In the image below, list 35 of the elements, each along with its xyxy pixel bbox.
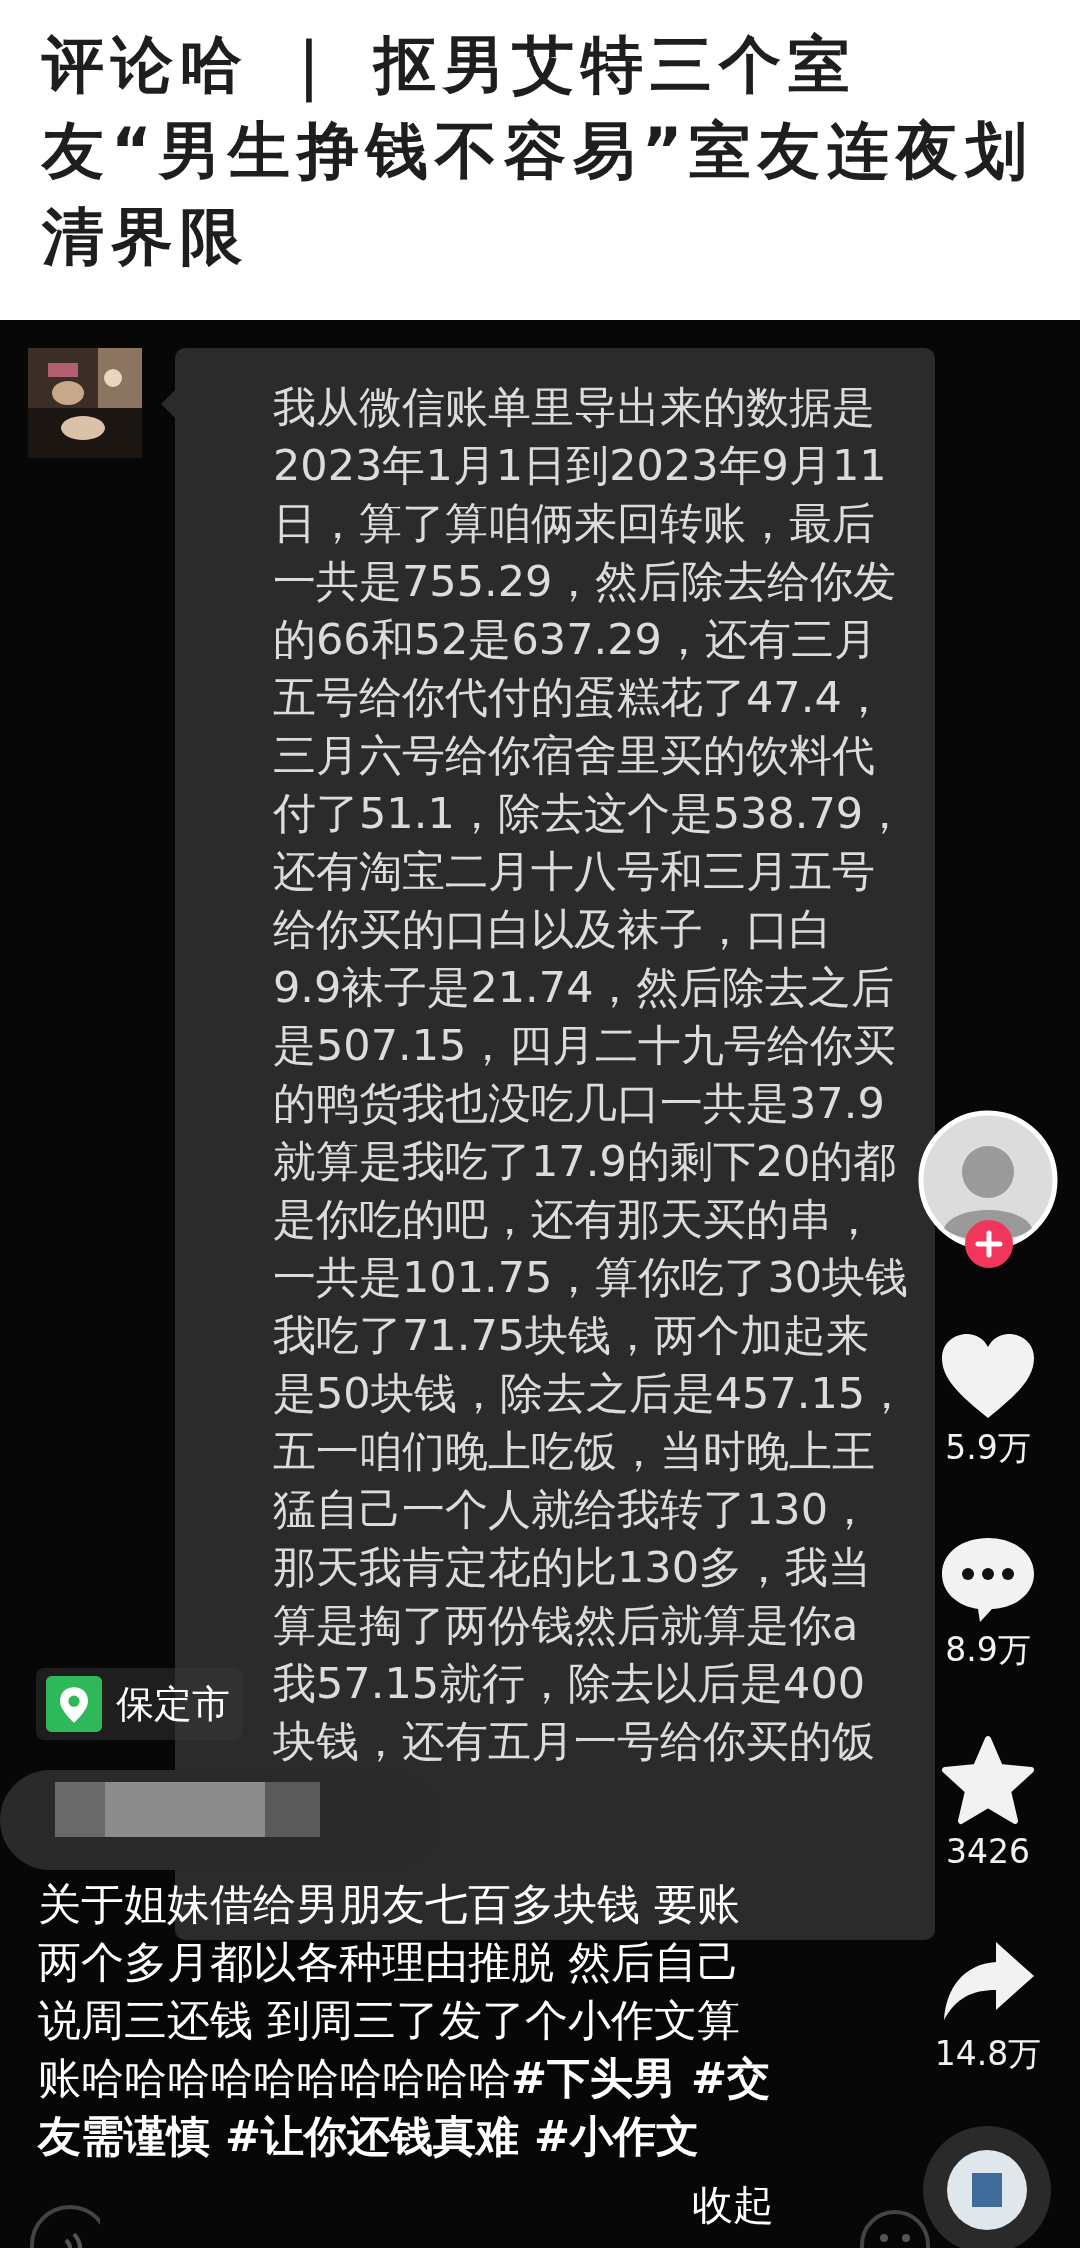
message-line: 猛自己一个人就给我转了130， — [273, 1483, 873, 1536]
message-line: 块钱，还有五月一号给你买的饭 — [273, 1715, 876, 1768]
message-line: 是50块钱，除去之后是457.15， — [273, 1367, 910, 1420]
message-line: 的66和52是637.29，还有三月 — [273, 613, 878, 666]
message-line: 9.9袜子是21.74，然后除去之后 — [273, 961, 896, 1014]
action-count: 5.9万 — [945, 1427, 1031, 1469]
message-line: 日，算了算咱俩来回转账，最后 — [273, 497, 876, 550]
collapse-link[interactable]: 收起 — [692, 2178, 774, 2233]
message-line: 是507.15，四月二十九号给你买 — [273, 1019, 898, 1072]
action-count: 8.9万 — [945, 1629, 1031, 1671]
video-caption: 关于姐妹借给男朋友七百多块钱 要账两个多月都以各种理由推脱 然后自己说周三还钱 到周三了发了个小作文算账哈哈哈哈哈哈哈哈哈哈#下头男 #交友需谨慎 #让你还钱真难 #小作文 — [38, 1878, 772, 2163]
message-line: 还有淘宝二月十八号和三月五号 — [273, 845, 876, 898]
message-line: 是你吃的吧，还有那天买的串， — [273, 1193, 876, 1246]
location-label: 保定市 — [116, 1680, 230, 1728]
location-tag[interactable]: 保定市 — [36, 1668, 242, 1740]
message-line: 我57.15就行，除去以后是400 — [273, 1657, 867, 1710]
message-line: 我从微信账单里导出来的数据是 — [273, 381, 876, 434]
message-line: 一共是755.29，然后除去给你发 — [273, 555, 898, 608]
message-line: 三月六号给你宿舍里买的饮料代 — [273, 729, 876, 782]
message-line: 的鸭货我也没吃几口一共是37.9 — [273, 1077, 886, 1130]
plus-icon[interactable] — [965, 1220, 1013, 1268]
message-line: 给你买的口白以及袜子，口白 — [273, 903, 833, 956]
message-line: 付了51.1，除去这个是538.79， — [273, 787, 908, 840]
message-line: 五号给你代付的蛋糕花了47.4， — [273, 671, 886, 724]
article-title: 评论哈 ｜ 抠男艾特三个室友“男生挣钱不容易”室友连夜划清界限 — [42, 27, 1036, 275]
action-count: 14.8万 — [934, 2033, 1042, 2075]
message-line: 算是掏了两份钱然后就算是你a — [273, 1599, 860, 1652]
message-line: 五一咱们晚上吃饭，当时晚上王 — [273, 1425, 876, 1478]
location-pin-icon — [46, 1676, 102, 1732]
message-line: 2023年1月1日到2023年9月11 — [273, 439, 888, 492]
message-line: 一共是101.75，算你吃了30块钱 — [273, 1251, 910, 1304]
message-line: 我吃了71.75块钱，两个加起来 — [273, 1309, 871, 1362]
action-count: 3426 — [946, 1831, 1030, 1873]
message-line: 那天我肯定花的比130多，我当 — [273, 1541, 873, 1594]
message-line: 就算是我吃了17.9的剩下20的都 — [273, 1135, 898, 1188]
